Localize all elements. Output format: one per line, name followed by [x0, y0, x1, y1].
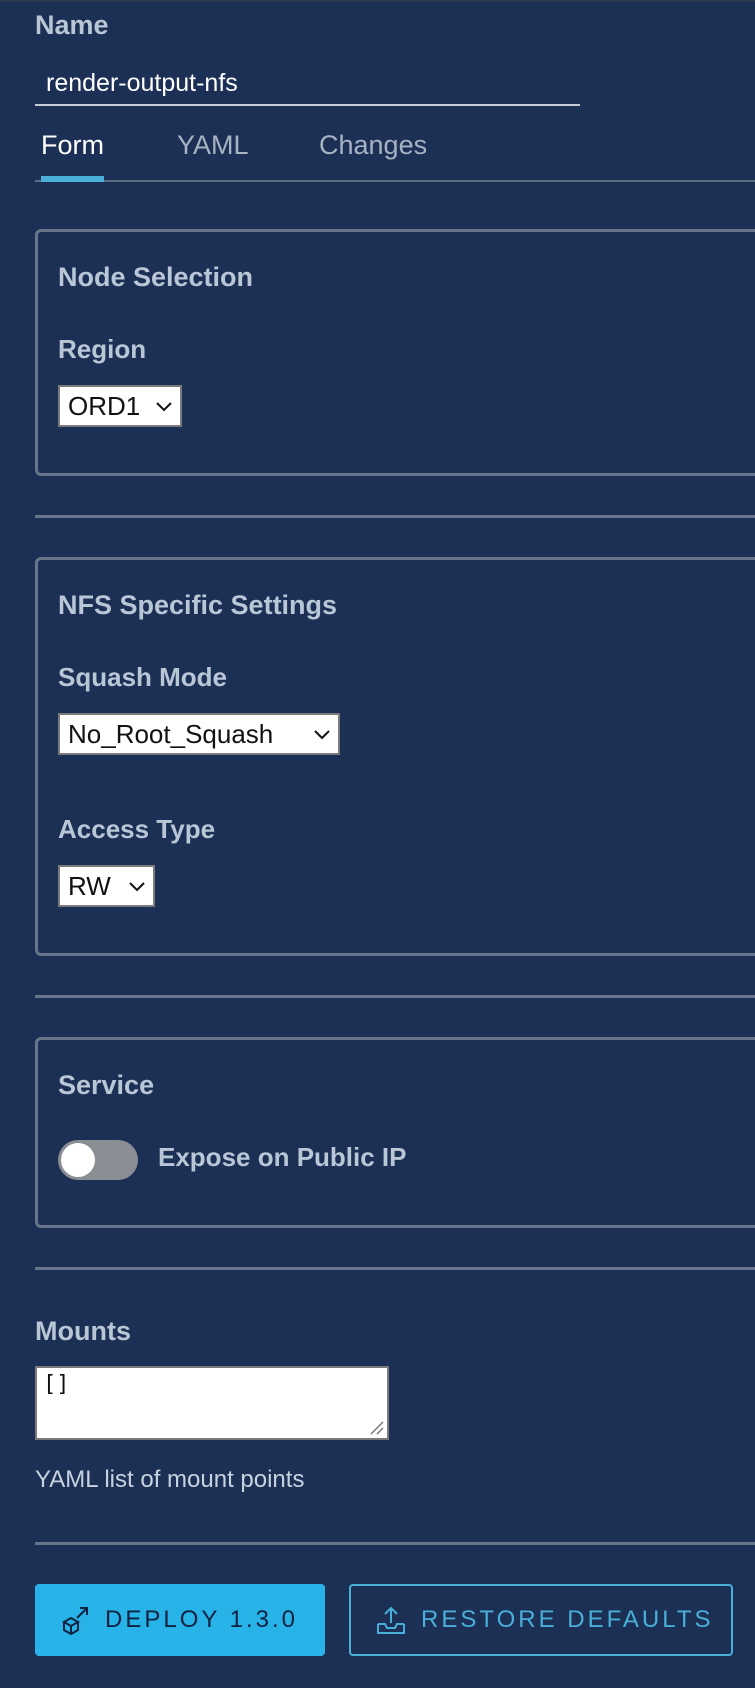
section-divider: [35, 515, 755, 518]
squash-mode-label: Squash Mode: [58, 662, 228, 692]
tab-form[interactable]: Form: [41, 130, 104, 182]
node-selection-card: Node Selection Region ORD1: [35, 229, 755, 476]
restore-defaults-button[interactable]: RESTORE DEFAULTS: [349, 1584, 733, 1656]
squash-mode-value: No_Root_Squash: [68, 719, 274, 749]
chevron-down-icon: [314, 730, 330, 740]
region-select[interactable]: ORD1: [58, 385, 182, 427]
squash-mode-select[interactable]: No_Root_Squash: [58, 713, 340, 755]
name-label: Name: [35, 10, 109, 40]
mounts-label: Mounts: [35, 1316, 131, 1346]
name-input[interactable]: [35, 62, 580, 106]
deploy-button[interactable]: DEPLOY 1.3.0: [35, 1584, 325, 1656]
section-divider: [35, 1267, 755, 1270]
node-selection-title: Node Selection: [58, 262, 254, 292]
deploy-icon: [61, 1607, 88, 1636]
section-divider: [35, 1542, 755, 1545]
expose-public-ip-toggle[interactable]: [58, 1140, 138, 1180]
mounts-textarea[interactable]: []: [35, 1366, 389, 1440]
mounts-helper-text: YAML list of mount points: [35, 1466, 305, 1493]
restore-defaults-label: RESTORE DEFAULTS: [421, 1606, 714, 1633]
region-label: Region: [58, 334, 147, 364]
tab-bar: Form YAML Changes: [35, 130, 755, 182]
section-divider: [35, 995, 755, 998]
region-select-value: ORD1: [68, 391, 141, 421]
tab-changes[interactable]: Changes: [319, 130, 427, 180]
resize-grip-icon[interactable]: [367, 1418, 385, 1436]
nfs-settings-title: NFS Specific Settings: [58, 590, 338, 620]
expose-public-ip-label: Expose on Public IP: [158, 1142, 407, 1172]
deploy-button-label: DEPLOY 1.3.0: [105, 1606, 298, 1633]
restore-icon: [377, 1606, 405, 1634]
tab-yaml[interactable]: YAML: [177, 130, 249, 180]
chevron-down-icon: [156, 402, 172, 412]
service-title: Service: [58, 1070, 155, 1100]
access-type-select[interactable]: RW: [58, 865, 155, 907]
access-type-label: Access Type: [58, 814, 216, 844]
service-card: Service Expose on Public IP: [35, 1037, 755, 1228]
top-edge: [0, 0, 755, 2]
nfs-settings-card: NFS Specific Settings Squash Mode No_Roo…: [35, 557, 755, 956]
toggle-knob: [61, 1143, 95, 1177]
chevron-down-icon: [129, 882, 145, 892]
access-type-value: RW: [68, 871, 111, 901]
